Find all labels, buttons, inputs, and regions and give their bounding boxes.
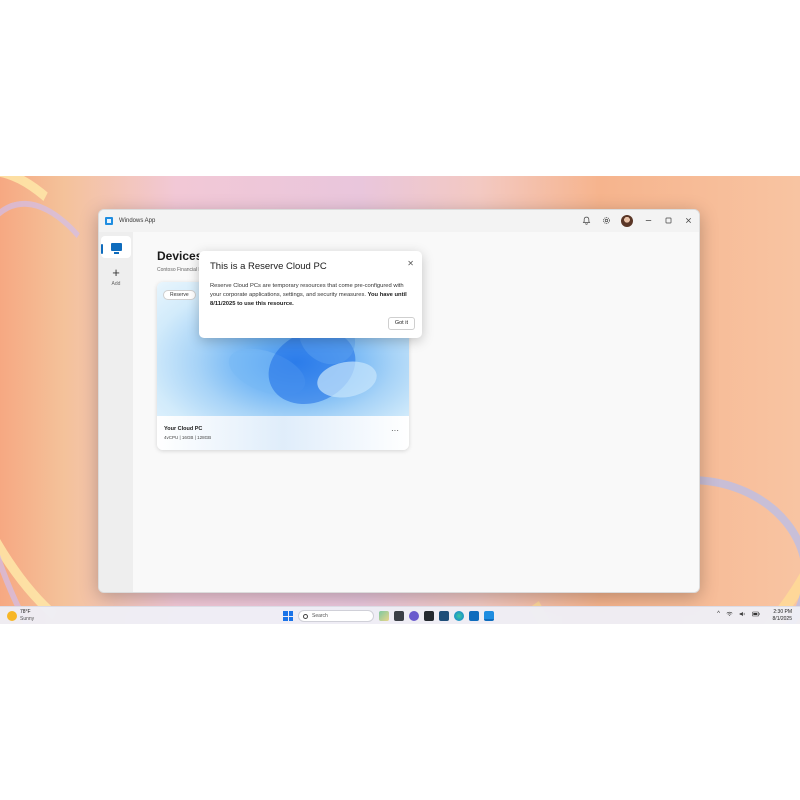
minimize-icon[interactable]: [643, 216, 653, 226]
app-title: Windows App: [119, 218, 156, 224]
cloud-pc-specs: 4vCPU | 16GB | 128GB: [164, 435, 212, 440]
bell-icon[interactable]: [581, 216, 591, 226]
cloud-pc-name: Your Cloud PC: [164, 426, 203, 432]
close-icon[interactable]: ✕: [407, 259, 414, 268]
selected-indicator: [101, 244, 103, 254]
organization-name: Contoso Financial Ex: [157, 267, 199, 273]
file-manager-icon[interactable]: [394, 611, 404, 621]
reserve-badge: Reserve: [163, 290, 196, 300]
card-footer: Your Cloud PC 4vCPU | 16GB | 128GB ···: [157, 416, 409, 450]
sidebar: + Add: [99, 232, 133, 592]
volume-icon[interactable]: [739, 611, 746, 619]
folder-icon[interactable]: [424, 611, 434, 621]
search-placeholder: Search: [312, 613, 328, 619]
system-tray: ^: [717, 611, 760, 619]
page-title: Devices: [157, 249, 203, 263]
battery-icon[interactable]: [752, 611, 760, 619]
store-icon[interactable]: [439, 611, 449, 621]
weather-condition[interactable]: Sunny: [20, 616, 34, 622]
sidebar-item-label: Add: [111, 281, 121, 287]
reserve-info-popup: This is a Reserve Cloud PC ✕ Reserve Clo…: [199, 251, 422, 338]
sun-icon[interactable]: [7, 611, 17, 621]
gear-icon[interactable]: [601, 216, 611, 226]
windows-app-icon: [105, 217, 113, 225]
wifi-icon[interactable]: [726, 611, 733, 619]
title-bar[interactable]: Windows App: [99, 210, 699, 232]
windows-app-icon[interactable]: [484, 611, 494, 621]
taskbar-search[interactable]: Search: [298, 610, 374, 622]
popup-title: This is a Reserve Cloud PC: [210, 261, 327, 272]
taskbar-apps: Search: [283, 609, 494, 623]
system-clock[interactable]: 2:30 PM 8/1/2025: [773, 609, 792, 623]
weather-temperature[interactable]: 78°F: [20, 609, 31, 615]
sidebar-item-devices[interactable]: [101, 236, 131, 258]
start-icon[interactable]: [283, 611, 293, 621]
got-it-button[interactable]: Got it: [387, 317, 415, 330]
chat-icon[interactable]: [409, 611, 419, 621]
avatar[interactable]: [621, 215, 633, 227]
outlook-icon[interactable]: [469, 611, 479, 621]
task-view-icon[interactable]: [379, 611, 389, 621]
monitor-icon: [110, 243, 122, 254]
chevron-up-icon[interactable]: ^: [717, 611, 720, 619]
title-bar-controls: [581, 210, 693, 232]
clock-date: 8/1/2025: [772, 616, 792, 622]
taskbar: 78°F Sunny Search ^ 2:30 PM 8/1/2025: [0, 606, 800, 624]
close-icon[interactable]: [683, 216, 693, 226]
more-options-button[interactable]: ···: [391, 427, 399, 435]
search-icon: [303, 613, 308, 619]
popup-body: Reserve Cloud PCs are temporary resource…: [210, 282, 416, 309]
edge-icon[interactable]: [454, 611, 464, 621]
plus-icon: +: [112, 265, 120, 280]
maximize-icon[interactable]: [663, 216, 673, 226]
clock-time: 2:30 PM: [773, 609, 792, 615]
sidebar-item-add[interactable]: + Add: [99, 266, 133, 287]
